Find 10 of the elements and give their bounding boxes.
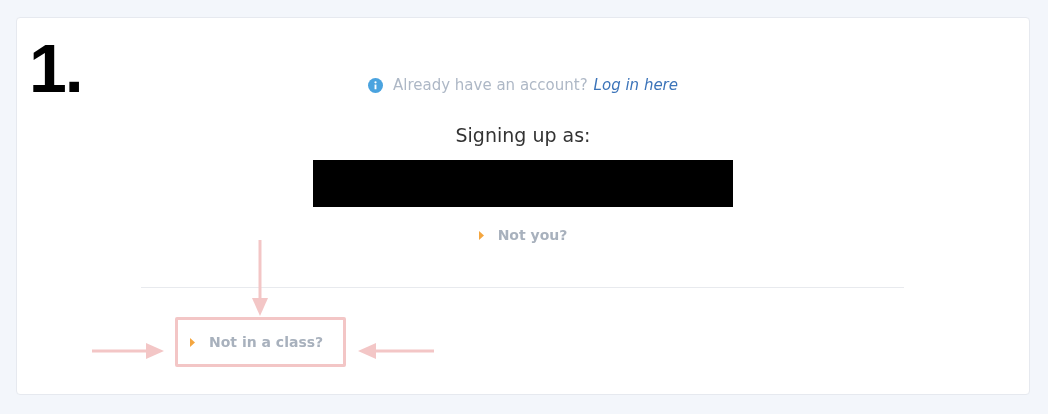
not-you-link[interactable]: Not you? [478, 227, 568, 243]
right-arrow [92, 343, 164, 359]
not-in-class-link[interactable]: Not in a class? [190, 334, 324, 350]
login-prompt: Already have an account? Log in here [393, 76, 678, 94]
info-icon [368, 77, 383, 93]
login-link[interactable]: Log in here [593, 76, 678, 94]
caret-icon [190, 337, 195, 347]
step-number: 1. [29, 29, 82, 108]
signup-heading: Signing up as: [455, 123, 591, 148]
caret-icon [478, 230, 484, 240]
